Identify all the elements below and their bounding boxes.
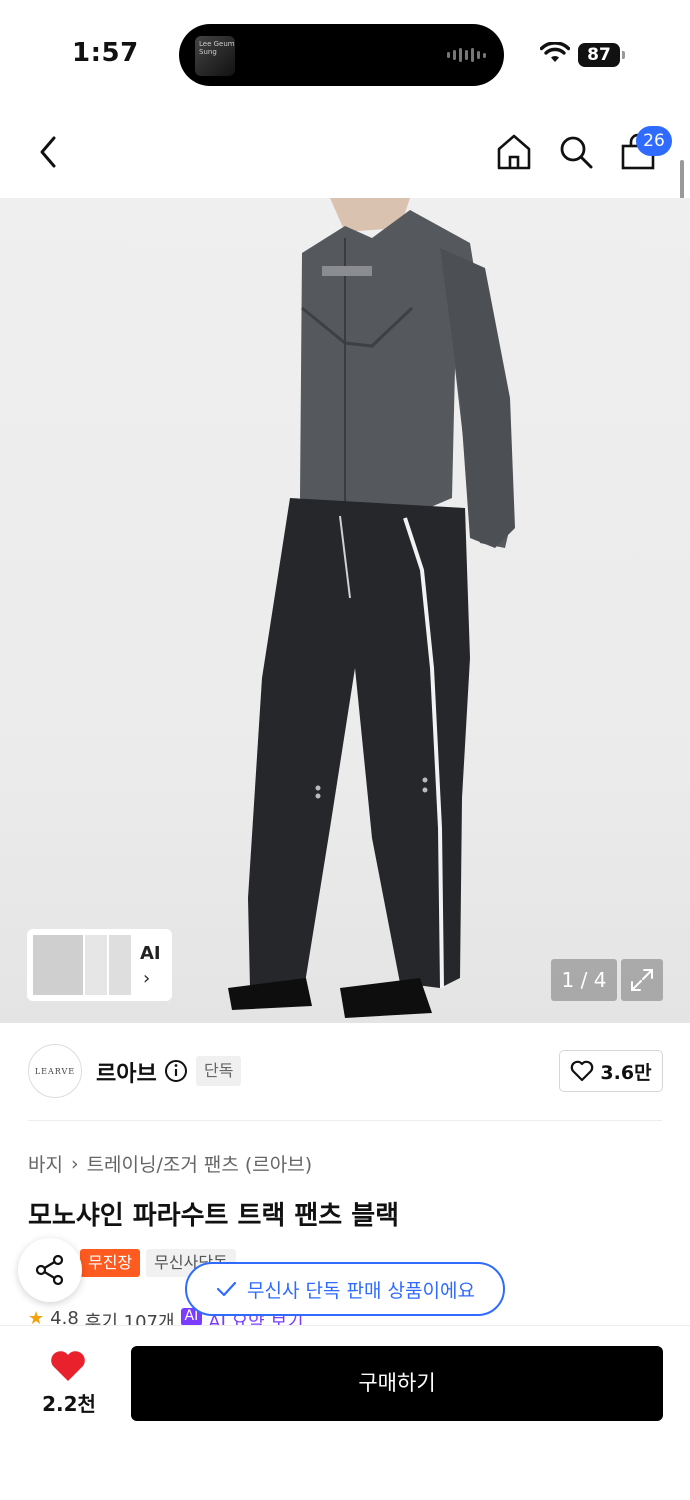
star-icon: ★ [28,1308,45,1326]
heart-outline-icon [571,1060,594,1082]
share-button[interactable] [18,1238,82,1302]
model-illustration [228,198,515,1018]
wishlist-count: 2.2천 [42,1392,96,1416]
product-image[interactable] [0,198,690,1023]
chevron-left-icon [40,136,56,168]
toast-text: 무신사 단독 판매 상품이에요 [247,1279,475,1302]
buy-button[interactable]: 구매하기 [131,1346,663,1421]
info-icon[interactable] [164,1059,188,1083]
artwork-text: Lee Geum Sung [199,40,235,56]
heart-filled-icon [51,1351,85,1381]
wishlist-button[interactable] [48,1348,88,1388]
thumbnail-2[interactable] [85,935,107,995]
search-button[interactable] [550,126,602,178]
brand-name[interactable]: 르아브 [96,1056,157,1088]
check-icon [216,1281,237,1297]
thumbnail-3[interactable] [109,935,131,995]
breadcrumb-category[interactable]: 바지 [28,1150,63,1177]
chevron-right-icon[interactable]: › [143,968,150,989]
status-time: 1:57 [72,38,139,68]
expand-button[interactable] [621,959,663,1001]
search-icon [560,136,593,169]
tag-mujinjang: 무진장 [80,1249,141,1277]
ai-label[interactable]: AI [140,943,161,964]
back-button[interactable] [22,126,74,178]
home-icon [497,134,531,170]
cart-count-badge: 26 [636,126,672,156]
top-navigation [0,120,690,186]
brand-like-button[interactable]: 3.6만 [559,1050,663,1092]
product-title: 모노샤인 파라수트 트랙 팬츠 블랙 [28,1201,400,1231]
breadcrumb-separator-icon: › [70,1152,79,1175]
exclusive-toast: 무신사 단독 판매 상품이에요 [185,1262,505,1316]
rating-value: 4.8 [50,1308,79,1326]
status-bar: 1:57 Lee Geum Sung 87 [0,0,690,110]
battery-icon: 87 [578,43,625,67]
review-count[interactable]: 후기 107개 [85,1308,175,1326]
exclusive-badge: 단독 [196,1056,242,1086]
brand-logo[interactable]: LEARVE [28,1044,82,1098]
expand-icon [631,969,653,991]
dynamic-island[interactable]: Lee Geum Sung [179,24,504,86]
divider [28,1120,662,1121]
home-button[interactable] [488,126,540,178]
now-playing-artwork: Lee Geum Sung [195,36,235,76]
brand-like-count: 3.6만 [600,1061,652,1084]
breadcrumb-subcategory[interactable]: 트레이닝/조거 팬츠 (르아브) [87,1150,313,1177]
thumbnail-1[interactable] [33,935,83,995]
breadcrumb: 바지 › 트레이닝/조거 팬츠 (르아브) [28,1150,312,1177]
image-page-counter: 1 / 4 [551,959,617,1001]
audio-wave-icon [447,48,486,62]
wifi-icon [540,42,570,62]
ai-lookbook-thumbnails[interactable] [27,929,172,1001]
share-icon [35,1254,64,1286]
